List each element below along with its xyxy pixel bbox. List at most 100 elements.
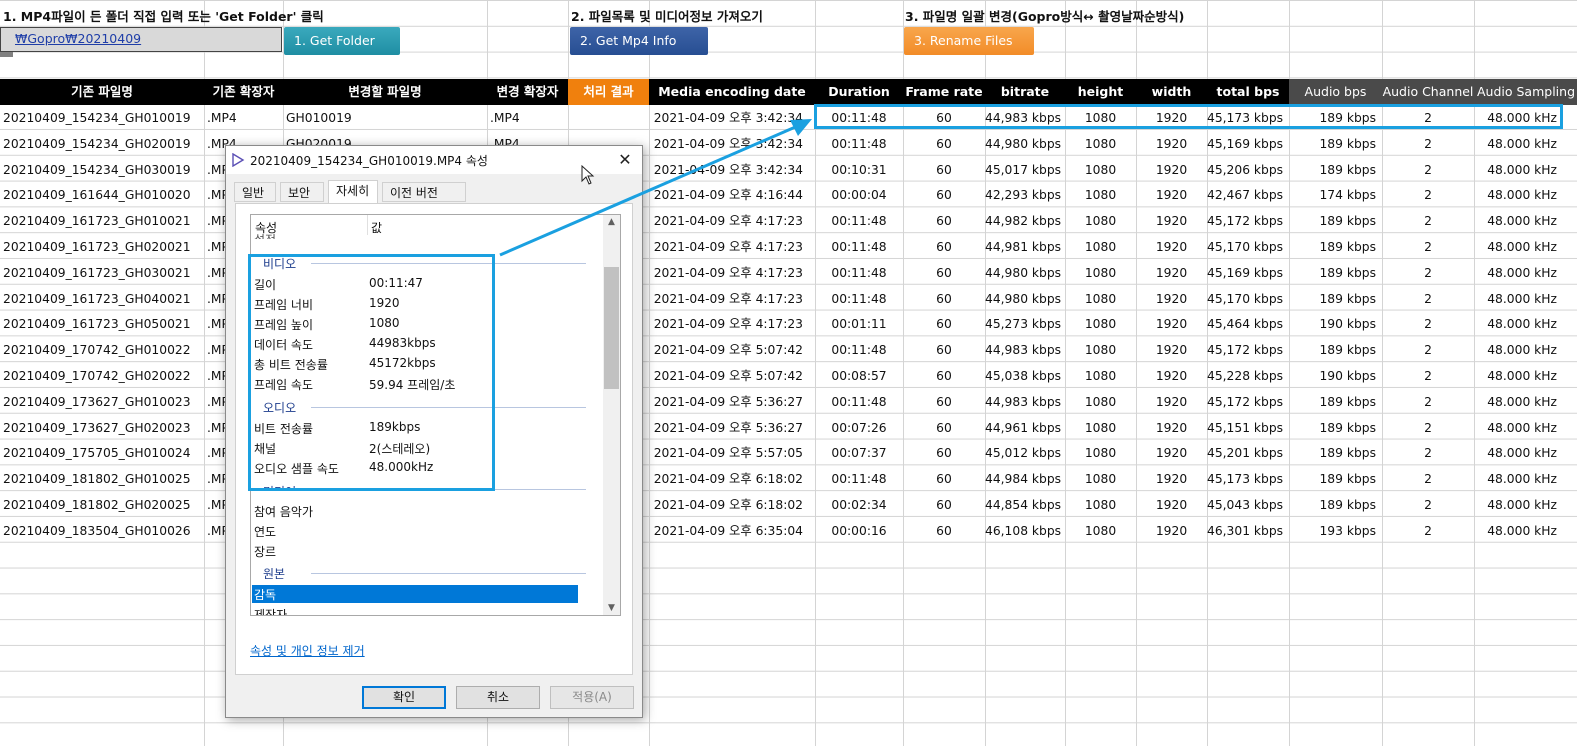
table-cell[interactable]: 20210409_170742_GH010022 bbox=[0, 337, 204, 363]
table-cell[interactable]: 48.000 kHz bbox=[1474, 492, 1577, 518]
table-cell[interactable]: 2 bbox=[1382, 182, 1474, 208]
scrollbar[interactable]: ▲ ▼ bbox=[603, 215, 620, 615]
table-cell[interactable]: 20210409_170742_GH020022 bbox=[0, 363, 204, 389]
header-total-bps[interactable]: total bps bbox=[1207, 79, 1289, 105]
table-cell[interactable]: 2 bbox=[1382, 415, 1474, 441]
property-name[interactable]: 참여 음악가 bbox=[254, 503, 313, 520]
table-cell[interactable]: 60 bbox=[903, 286, 985, 312]
table-cell[interactable]: 1920 bbox=[1136, 440, 1207, 466]
table-cell[interactable]: 45,169 kbps bbox=[1207, 260, 1289, 286]
table-cell[interactable]: 1920 bbox=[1136, 363, 1207, 389]
table-cell[interactable]: 00:07:37 bbox=[815, 440, 903, 466]
header-bitrate[interactable]: bitrate bbox=[985, 79, 1065, 105]
table-cell[interactable]: 2021-04-09 오후 4:16:44 bbox=[649, 182, 815, 208]
table-cell[interactable]: 46,301 kbps bbox=[1207, 518, 1289, 544]
table-cell[interactable]: 189 kbps bbox=[1289, 492, 1382, 518]
table-cell[interactable]: 60 bbox=[903, 182, 985, 208]
table-cell[interactable]: 45,172 kbps bbox=[1207, 208, 1289, 234]
table-cell[interactable]: 60 bbox=[903, 260, 985, 286]
table-cell[interactable]: 2021-04-09 오후 5:57:05 bbox=[649, 440, 815, 466]
table-cell[interactable]: 2 bbox=[1382, 260, 1474, 286]
table-cell[interactable]: 1920 bbox=[1136, 492, 1207, 518]
table-cell[interactable]: 44,980 kbps bbox=[985, 286, 1065, 312]
table-cell[interactable]: 00:07:26 bbox=[815, 415, 903, 441]
apply-button[interactable]: 적용(A) bbox=[550, 686, 634, 709]
remove-properties-link[interactable]: 속성 및 개인 정보 제거 bbox=[250, 642, 365, 659]
property-name[interactable]: 감독 bbox=[254, 586, 276, 603]
table-cell[interactable]: 2 bbox=[1382, 518, 1474, 544]
property-name[interactable]: 제작자 bbox=[254, 606, 287, 615]
table-cell[interactable]: 45,170 kbps bbox=[1207, 234, 1289, 260]
table-cell[interactable]: 20210409_181802_GH020025 bbox=[0, 492, 204, 518]
table-cell[interactable]: 189 kbps bbox=[1289, 286, 1382, 312]
table-cell[interactable]: 44,983 kbps bbox=[985, 389, 1065, 415]
table-cell[interactable]: 60 bbox=[903, 208, 985, 234]
folder-path-input[interactable]: ₩Gopro₩20210409 bbox=[0, 27, 282, 52]
scroll-down-icon[interactable]: ▼ bbox=[603, 601, 620, 615]
header-audio-channel[interactable]: Audio Channel bbox=[1382, 79, 1474, 105]
table-cell[interactable]: 1080 bbox=[1065, 286, 1136, 312]
table-cell[interactable]: 45,012 kbps bbox=[985, 440, 1065, 466]
table-cell[interactable]: 1920 bbox=[1136, 131, 1207, 157]
table-cell[interactable]: 60 bbox=[903, 131, 985, 157]
table-cell[interactable]: 1920 bbox=[1136, 415, 1207, 441]
table-cell[interactable]: 2 bbox=[1382, 389, 1474, 415]
header-height[interactable]: height bbox=[1065, 79, 1136, 105]
table-cell[interactable]: 48.000 kHz bbox=[1474, 182, 1577, 208]
table-cell[interactable]: 60 bbox=[903, 337, 985, 363]
column-value[interactable]: 값 bbox=[371, 219, 382, 236]
table-cell[interactable]: 45,169 kbps bbox=[1207, 131, 1289, 157]
table-cell[interactable]: 48.000 kHz bbox=[1474, 234, 1577, 260]
table-cell[interactable]: 00:11:48 bbox=[815, 131, 903, 157]
table-cell[interactable]: 2021-04-09 오후 5:07:42 bbox=[649, 337, 815, 363]
table-cell[interactable]: 189 kbps bbox=[1289, 234, 1382, 260]
get-folder-button[interactable]: 1. Get Folder bbox=[284, 27, 400, 55]
table-cell[interactable]: 1920 bbox=[1136, 518, 1207, 544]
table-cell[interactable]: 45,172 kbps bbox=[1207, 337, 1289, 363]
table-cell[interactable]: 2 bbox=[1382, 131, 1474, 157]
table-cell[interactable]: 189 kbps bbox=[1289, 208, 1382, 234]
get-mp4-info-button[interactable]: 2. Get Mp4 Info bbox=[570, 27, 708, 55]
table-cell[interactable]: 48.000 kHz bbox=[1474, 440, 1577, 466]
table-cell[interactable]: 190 kbps bbox=[1289, 363, 1382, 389]
table-cell[interactable]: 2021-04-09 오후 4:17:23 bbox=[649, 286, 815, 312]
property-name[interactable]: 연도 bbox=[254, 523, 276, 540]
table-cell[interactable]: 45,228 kbps bbox=[1207, 363, 1289, 389]
table-cell[interactable]: 48.000 kHz bbox=[1474, 286, 1577, 312]
table-cell[interactable]: 60 bbox=[903, 518, 985, 544]
table-cell[interactable]: 189 kbps bbox=[1289, 337, 1382, 363]
header-width[interactable]: width bbox=[1136, 79, 1207, 105]
table-cell[interactable]: 60 bbox=[903, 363, 985, 389]
table-cell[interactable]: 189 kbps bbox=[1289, 466, 1382, 492]
table-cell[interactable]: 2021-04-09 오후 5:36:27 bbox=[649, 415, 815, 441]
table-cell[interactable]: 20210409_154234_GH030019 bbox=[0, 157, 204, 183]
header-orig-filename[interactable]: 기존 파일명 bbox=[0, 79, 204, 105]
header-new-filename[interactable]: 변경할 파일명 bbox=[283, 79, 487, 105]
table-cell[interactable]: 45,464 kbps bbox=[1207, 311, 1289, 337]
table-cell[interactable]: 20210409_183504_GH010026 bbox=[0, 518, 204, 544]
table-cell[interactable]: 2 bbox=[1382, 363, 1474, 389]
scroll-thumb[interactable] bbox=[604, 267, 619, 389]
property-name[interactable]: 장르 bbox=[254, 543, 276, 560]
table-cell[interactable]: 48.000 kHz bbox=[1474, 415, 1577, 441]
table-cell[interactable]: 42,467 kbps bbox=[1207, 182, 1289, 208]
table-cell[interactable]: 189 kbps bbox=[1289, 157, 1382, 183]
table-cell[interactable]: 1080 bbox=[1065, 337, 1136, 363]
table-cell[interactable]: 00:02:34 bbox=[815, 492, 903, 518]
table-cell[interactable]: 00:11:48 bbox=[815, 208, 903, 234]
table-cell[interactable]: 44,980 kbps bbox=[985, 131, 1065, 157]
header-duration[interactable]: Duration bbox=[815, 79, 903, 105]
table-cell[interactable]: 20210409_154234_GH020019 bbox=[0, 131, 204, 157]
table-cell[interactable]: 44,961 kbps bbox=[985, 415, 1065, 441]
table-cell[interactable]: 1080 bbox=[1065, 234, 1136, 260]
table-cell[interactable]: 2 bbox=[1382, 440, 1474, 466]
table-cell[interactable]: 1920 bbox=[1136, 157, 1207, 183]
table-cell[interactable]: 42,293 kbps bbox=[985, 182, 1065, 208]
table-cell[interactable]: 60 bbox=[903, 311, 985, 337]
table-cell[interactable]: 44,983 kbps bbox=[985, 337, 1065, 363]
table-cell[interactable]: 48.000 kHz bbox=[1474, 466, 1577, 492]
table-cell[interactable]: 190 kbps bbox=[1289, 311, 1382, 337]
table-cell[interactable]: 00:00:16 bbox=[815, 518, 903, 544]
table-cell[interactable]: 2 bbox=[1382, 466, 1474, 492]
table-cell[interactable]: 2 bbox=[1382, 286, 1474, 312]
